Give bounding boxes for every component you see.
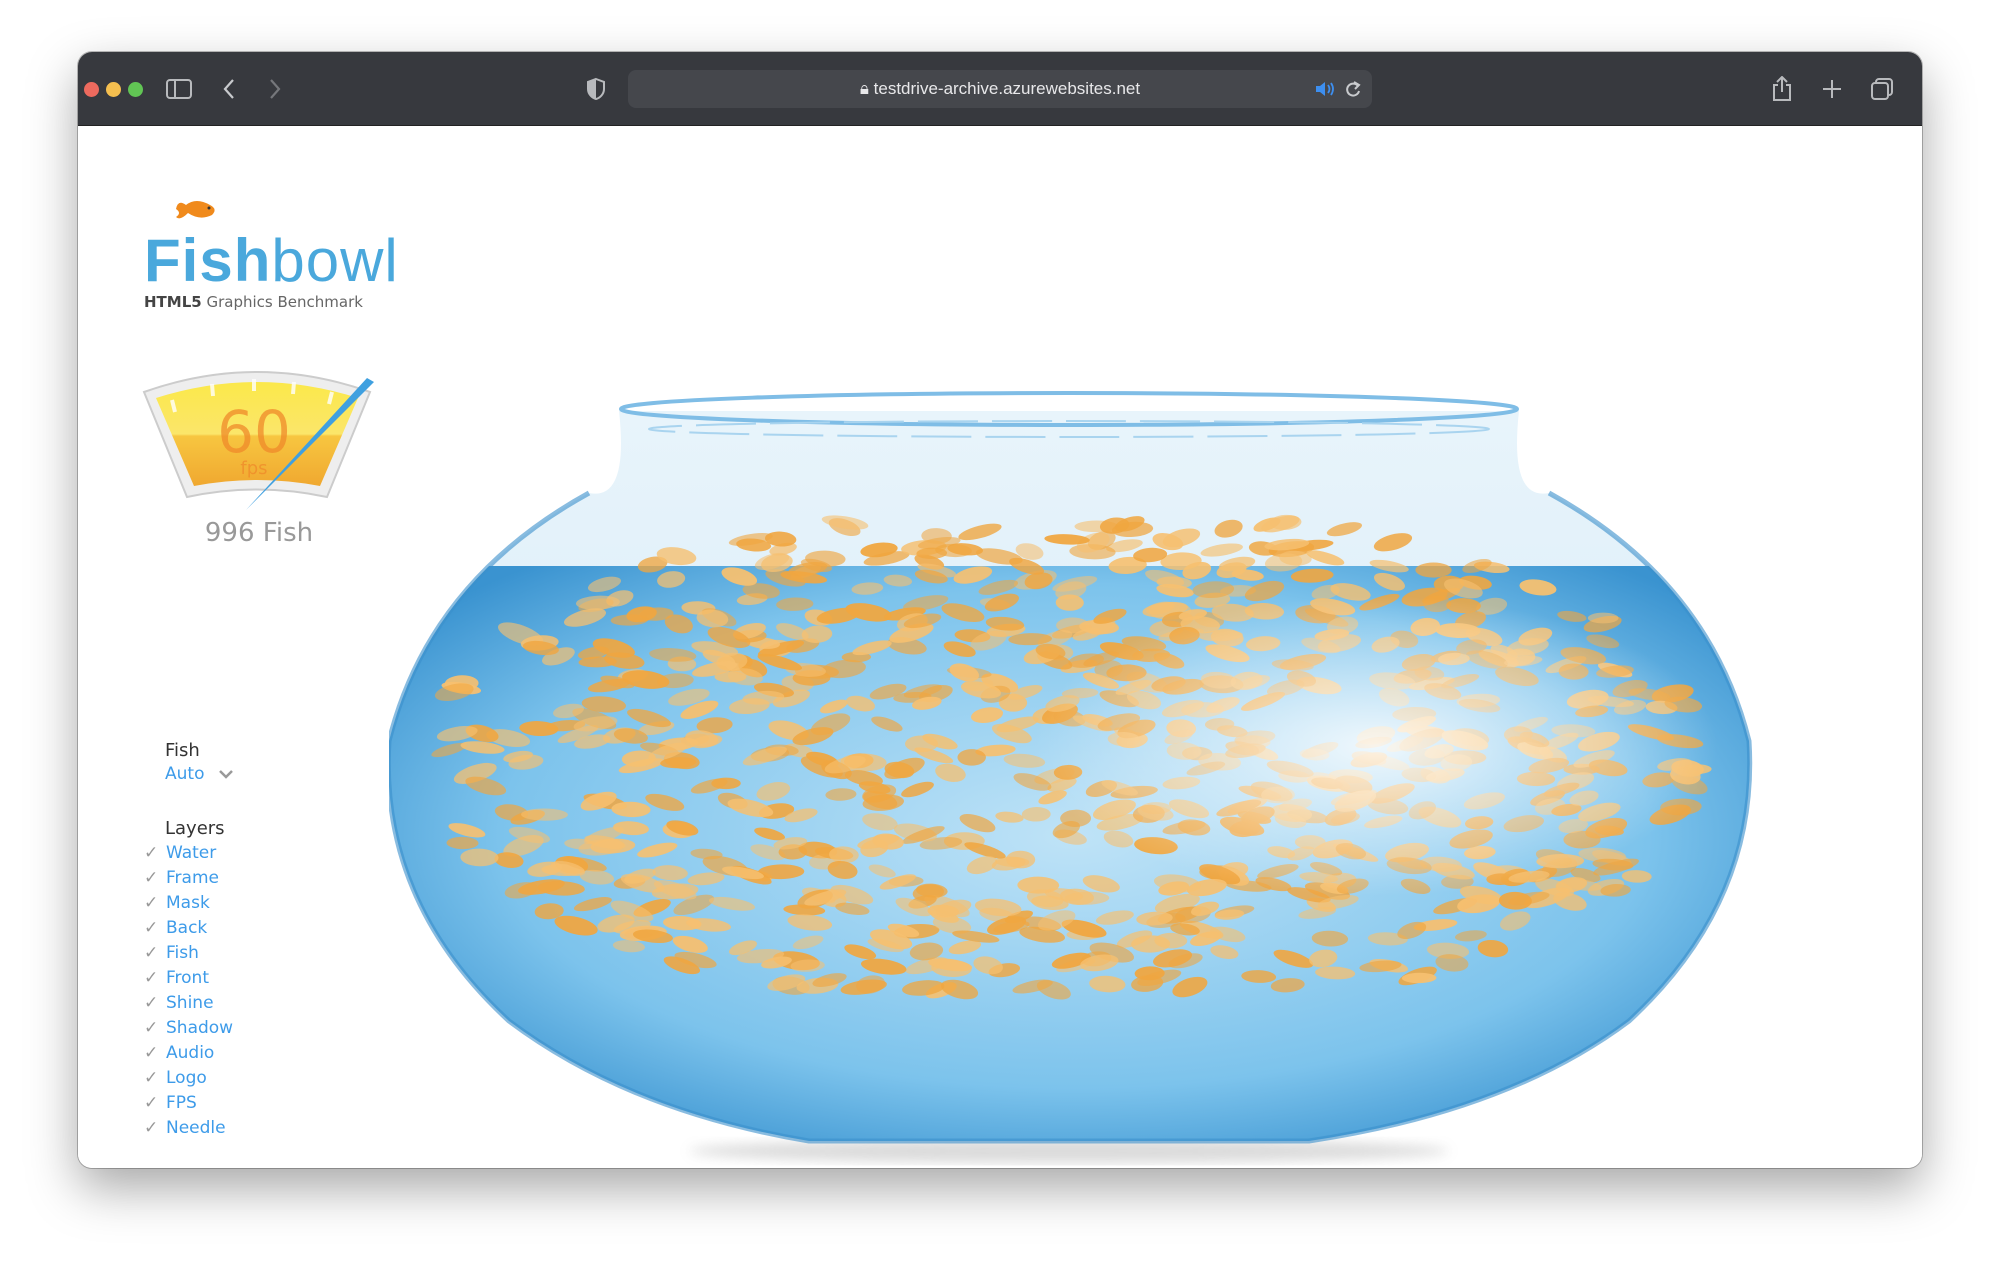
layer-toggle-shine[interactable]: ✓ Shine bbox=[144, 990, 233, 1015]
layer-toggle-needle[interactable]: ✓ Needle bbox=[144, 1115, 233, 1140]
checkmark-icon: ✓ bbox=[144, 1092, 159, 1113]
browser-toolbar: 🔒︎ testdrive-archive.azurewebsites.net bbox=[78, 52, 1922, 126]
layer-label: Audio bbox=[166, 1042, 215, 1063]
checkmark-icon: ✓ bbox=[144, 917, 159, 938]
chevron-down-icon bbox=[219, 770, 234, 779]
checkmark-icon: ✓ bbox=[144, 892, 159, 913]
checkmark-icon: ✓ bbox=[144, 1042, 159, 1063]
fish-count: 996 Fish bbox=[204, 518, 314, 548]
fps-value: 60 bbox=[217, 398, 291, 466]
logo-subtitle-bold: HTML5 bbox=[144, 293, 202, 311]
layer-label: Needle bbox=[166, 1117, 226, 1138]
layer-label: Front bbox=[166, 967, 209, 988]
checkmark-icon: ✓ bbox=[144, 842, 159, 863]
checkmark-icon: ✓ bbox=[144, 992, 159, 1013]
fish-label: Fish bbox=[165, 740, 200, 761]
lock-icon: 🔒︎ bbox=[859, 79, 869, 98]
layer-label: FPS bbox=[166, 1092, 197, 1113]
sidebar-icon[interactable] bbox=[164, 74, 194, 104]
layer-toggle-logo[interactable]: ✓ Logo bbox=[144, 1065, 233, 1090]
speaker-icon[interactable] bbox=[1310, 74, 1340, 104]
layer-toggle-back[interactable]: ✓ Back bbox=[144, 915, 233, 940]
minimize-window-button[interactable] bbox=[106, 82, 121, 97]
layer-label: Logo bbox=[166, 1067, 207, 1088]
fish-count-dropdown[interactable]: Auto bbox=[165, 764, 234, 784]
layer-toggle-fps[interactable]: ✓ FPS bbox=[144, 1090, 233, 1115]
fishbowl-canvas bbox=[389, 391, 1753, 1163]
layer-toggle-fish[interactable]: ✓ Fish bbox=[144, 940, 233, 965]
logo-title-light: bowl bbox=[271, 227, 399, 294]
layer-toggle-shadow[interactable]: ✓ Shadow bbox=[144, 1015, 233, 1040]
layer-toggle-frame[interactable]: ✓ Frame bbox=[144, 865, 233, 890]
layer-toggle-mask[interactable]: ✓ Mask bbox=[144, 890, 233, 915]
layer-label: Frame bbox=[166, 867, 219, 888]
layers-label: Layers bbox=[165, 818, 225, 839]
reload-icon[interactable] bbox=[1338, 74, 1368, 104]
zoom-window-button[interactable] bbox=[128, 82, 143, 97]
forward-icon[interactable] bbox=[260, 74, 290, 104]
layer-toggle-water[interactable]: ✓ Water bbox=[144, 840, 233, 865]
checkmark-icon: ✓ bbox=[144, 967, 159, 988]
checkmark-icon: ✓ bbox=[144, 867, 159, 888]
layer-label: Fish bbox=[166, 942, 199, 963]
fps-gauge: 60 fps bbox=[142, 371, 374, 510]
layer-label: Water bbox=[166, 842, 217, 863]
fish-mode-value: Auto bbox=[165, 764, 205, 784]
layers-list: ✓ Water ✓ Frame ✓ Mask ✓ Back ✓ Fish ✓ Front ✓ Shine ✓… bbox=[144, 840, 233, 1140]
close-window-button[interactable] bbox=[84, 82, 99, 97]
fps-unit: fps bbox=[240, 458, 267, 479]
checkmark-icon: ✓ bbox=[144, 1117, 159, 1138]
page-content: Fishbowl HTML5 Graphics Benchmark 60 fps… bbox=[78, 126, 1922, 1168]
new-tab-icon[interactable] bbox=[1817, 74, 1847, 104]
tab-overview-icon[interactable] bbox=[1867, 74, 1897, 104]
logo-title-bold: Fish bbox=[144, 227, 272, 294]
shield-icon[interactable] bbox=[581, 74, 611, 104]
checkmark-icon: ✓ bbox=[144, 1067, 159, 1088]
back-icon[interactable] bbox=[214, 74, 244, 104]
checkmark-icon: ✓ bbox=[144, 942, 159, 963]
layer-label: Shine bbox=[166, 992, 214, 1013]
goldfish-logo-icon bbox=[176, 201, 215, 219]
address-bar[interactable]: 🔒︎ testdrive-archive.azurewebsites.net bbox=[628, 70, 1372, 108]
layer-toggle-audio[interactable]: ✓ Audio bbox=[144, 1040, 233, 1065]
browser-window: 🔒︎ testdrive-archive.azurewebsites.net F… bbox=[78, 52, 1922, 1168]
checkmark-icon: ✓ bbox=[144, 1017, 159, 1038]
layer-label: Back bbox=[166, 917, 208, 938]
share-icon[interactable] bbox=[1767, 74, 1797, 104]
layer-toggle-front[interactable]: ✓ Front bbox=[144, 965, 233, 990]
fishbowl-logo: Fishbowl HTML5 Graphics Benchmark bbox=[144, 201, 399, 311]
layer-label: Mask bbox=[166, 892, 210, 913]
url-text: testdrive-archive.azurewebsites.net bbox=[873, 79, 1141, 98]
logo-subtitle: Graphics Benchmark bbox=[206, 293, 363, 311]
layer-label: Shadow bbox=[166, 1017, 234, 1038]
